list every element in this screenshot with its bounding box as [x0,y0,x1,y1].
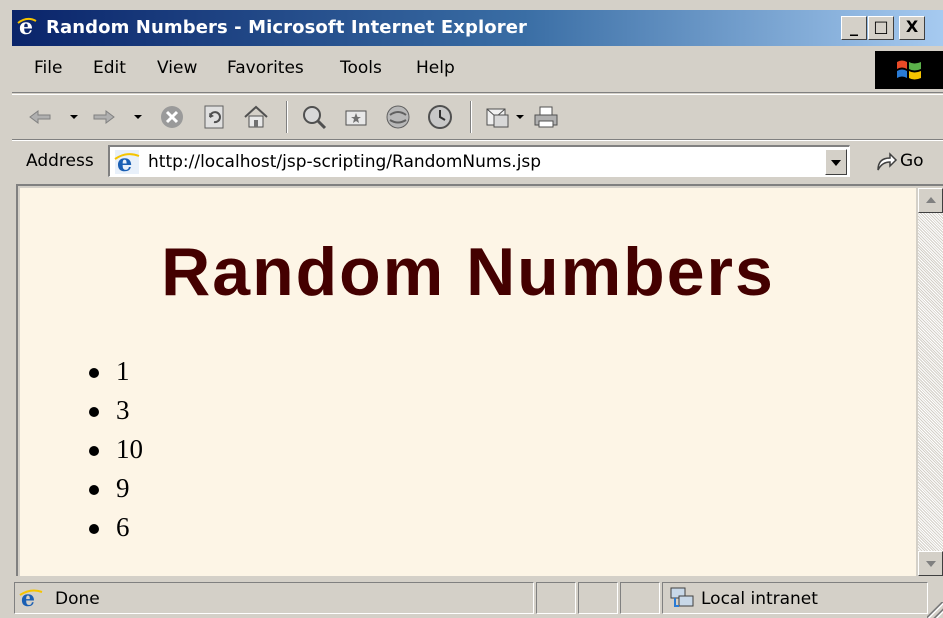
address-bar: Address e http://localhost/jsp-scripting… [12,140,943,183]
status-pane [536,582,576,614]
number-list: 1 3 10 9 6 [89,352,143,547]
list-item-text: 3 [116,395,130,425]
maximize-button[interactable]: □ [868,16,894,40]
mail-icon[interactable] [484,103,512,131]
windows-logo [875,51,943,89]
back-icon[interactable] [26,103,54,131]
security-zone-text: Local intranet [701,589,818,609]
svg-text:e: e [117,149,132,175]
chevron-down-icon [831,160,841,166]
list-item: 6 [89,508,143,547]
go-label: Go [900,151,924,171]
page-done-icon: e [19,586,43,614]
close-button[interactable]: X [899,16,925,40]
toolbar-separator [470,101,472,133]
history-icon[interactable] [426,103,454,131]
page-icon: e [114,148,140,179]
favorites-icon[interactable] [342,103,370,131]
list-item: 3 [89,391,143,430]
bullet-icon [89,407,99,417]
go-button[interactable]: Go [870,149,936,175]
toolbar [12,94,943,140]
status-pane-main: e Done [14,582,534,614]
bullet-icon [89,446,99,456]
refresh-icon[interactable] [200,103,228,131]
resize-grip-icon[interactable] [927,602,943,618]
bullet-icon [89,368,99,378]
bullet-icon [89,524,99,534]
menu-bar: File Edit View Favorites Tools Help [12,48,943,93]
title-bar[interactable]: e Random Numbers - Microsoft Internet Ex… [12,10,943,46]
vertical-scrollbar[interactable] [918,188,943,576]
bullet-icon [89,485,99,495]
mail-dropdown-icon[interactable] [516,115,524,119]
list-item-text: 1 [116,356,130,386]
forward-dropdown-icon[interactable] [134,115,142,119]
browser-window: e Random Numbers - Microsoft Internet Ex… [0,0,943,618]
arrow-up-icon [926,197,936,203]
page-heading: Random Numbers [161,234,775,310]
address-input[interactable]: e http://localhost/jsp-scripting/RandomN… [108,145,850,177]
status-pane-zone: Local intranet [662,582,928,614]
print-icon[interactable] [532,103,560,131]
search-icon[interactable] [300,103,328,131]
scroll-up-button[interactable] [918,188,943,213]
menu-tools[interactable]: Tools [340,58,382,78]
ie-icon: e [16,14,38,40]
address-url: http://localhost/jsp-scripting/RandomNum… [148,152,542,172]
status-text: Done [55,589,100,609]
window-title: Random Numbers - Microsoft Internet Expl… [46,17,527,38]
toolbar-separator [286,101,288,133]
go-arrow-icon [877,152,898,171]
list-item: 9 [89,469,143,508]
status-pane [578,582,618,614]
list-item-text: 10 [116,434,143,464]
scroll-down-button[interactable] [918,551,943,576]
list-item: 1 [89,352,143,391]
list-item-text: 6 [116,512,130,542]
status-bar: e Done Local intranet [12,578,943,618]
menu-file[interactable]: File [34,58,62,78]
intranet-icon [669,586,695,614]
forward-icon[interactable] [90,103,118,131]
arrow-down-icon [926,561,936,567]
menu-favorites[interactable]: Favorites [227,58,304,78]
page-content: Random Numbers 1 3 10 9 6 [20,188,916,576]
menu-view[interactable]: View [157,58,197,78]
list-item-text: 9 [116,473,130,503]
address-dropdown-button[interactable] [825,149,847,175]
minimize-button[interactable]: _ [841,16,867,40]
menu-help[interactable]: Help [416,58,455,78]
menu-edit[interactable]: Edit [93,58,126,78]
content-frame: Random Numbers 1 3 10 9 6 [16,184,943,576]
status-pane [620,582,660,614]
media-icon[interactable] [384,103,412,131]
list-item: 10 [89,430,143,469]
address-label: Address [26,151,94,171]
home-icon[interactable] [242,103,270,131]
stop-icon[interactable] [158,103,186,131]
back-dropdown-icon[interactable] [70,115,78,119]
